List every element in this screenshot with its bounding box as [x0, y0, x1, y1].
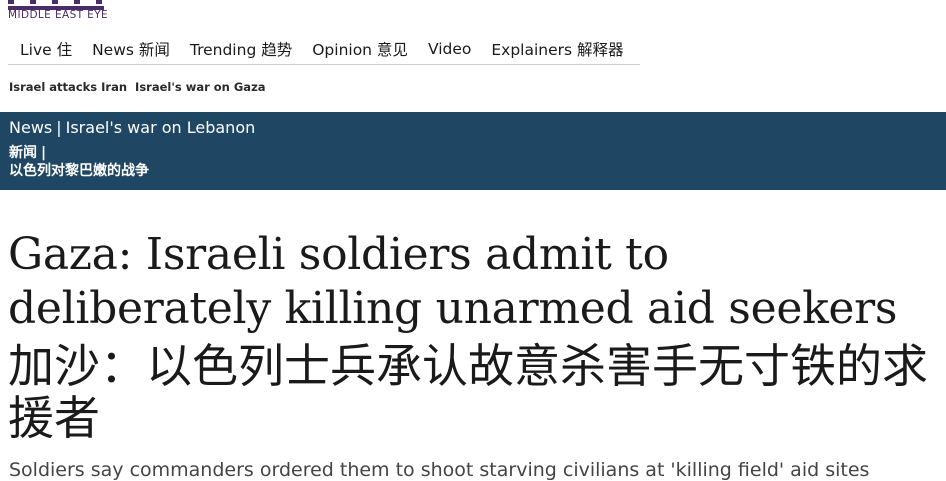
category-separator-zh: |	[41, 145, 47, 161]
category-band: News | Israel's war on Lebanon 新闻 | 以色列对黎巴嫩…	[0, 112, 946, 190]
site-logo[interactable]: MIDDLE EAST EYE	[8, 0, 148, 22]
nav-live[interactable]: Live 住	[20, 38, 72, 60]
category-topic-zh: 以色列对黎巴嫩的战争	[9, 163, 149, 179]
category-separator: |	[56, 118, 62, 137]
article-headline: Gaza: Israeli soldiers admit to delibera…	[8, 229, 898, 334]
topic-links: Israel attacks Iran Israel's war on Gaza	[9, 80, 270, 94]
article-subheading: Soldiers say commanders ordered them to …	[9, 459, 870, 481]
nav-video[interactable]: Video	[428, 40, 471, 58]
main-nav: Live 住 News 新闻 Trending 趋势 Opinion 意见 Vi…	[8, 34, 640, 65]
topic-link-israels-war-on-gaza[interactable]: Israel's war on Gaza	[135, 80, 265, 94]
category-line: News | Israel's war on Lebanon	[9, 118, 255, 137]
nav-opinion[interactable]: Opinion 意见	[312, 38, 408, 60]
nav-trending[interactable]: Trending 趋势	[190, 38, 292, 60]
article-headline-zh: 加沙：以色列士兵承认故意杀害手无寸铁的求援者	[8, 339, 928, 445]
category-line-zh: 新闻 |	[9, 142, 50, 162]
category-topic-link[interactable]: Israel's war on Lebanon	[66, 118, 256, 137]
category-section-link[interactable]: News	[9, 118, 52, 137]
nav-news[interactable]: News 新闻	[92, 38, 170, 60]
nav-explainers[interactable]: Explainers 解释器	[491, 38, 623, 60]
category-section-zh: 新闻	[9, 145, 37, 161]
topic-link-israel-attacks-iran[interactable]: Israel attacks Iran	[9, 80, 127, 94]
logo-text: MIDDLE EAST EYE	[8, 9, 109, 21]
